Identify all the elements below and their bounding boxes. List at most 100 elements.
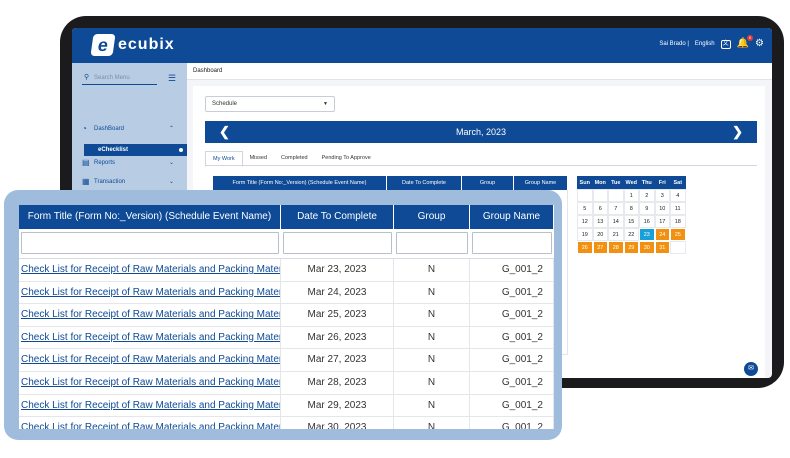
calendar-day[interactable]: 10 — [654, 202, 670, 215]
calendar-day — [577, 189, 593, 202]
filter-cell — [281, 229, 394, 258]
column-header-group-name[interactable]: Group Name — [470, 205, 554, 229]
date-filter-input[interactable] — [283, 232, 392, 254]
form-title-link[interactable]: Check List for Receipt of Raw Materials … — [19, 371, 281, 394]
next-month-icon[interactable]: ❯ — [732, 121, 743, 143]
column-header-group-name[interactable]: Group Name — [514, 176, 568, 190]
sidebar-item-dashboard[interactable]: ◔ DashBoard ⌃ — [82, 122, 182, 136]
group-cell: N — [394, 304, 470, 326]
calendar-day[interactable]: 14 — [608, 215, 624, 228]
calendar-day[interactable]: 31 — [654, 241, 670, 254]
calendar-day[interactable]: 13 — [592, 215, 608, 228]
calendar-day[interactable]: 30 — [639, 241, 655, 254]
calendar-day[interactable]: 9 — [639, 202, 655, 215]
calendar-day[interactable]: 12 — [577, 215, 593, 228]
form-title-link[interactable]: Check List for Receipt of Raw Materials … — [19, 417, 281, 429]
calendar-day[interactable]: 1 — [623, 189, 639, 202]
column-header-date[interactable]: Date To Complete — [281, 205, 394, 229]
weekday-label: Sat — [670, 176, 686, 189]
calendar-day[interactable]: 22 — [623, 228, 639, 241]
group-filter-input[interactable] — [396, 232, 468, 254]
calendar-day[interactable]: 25 — [670, 228, 686, 241]
column-header-date[interactable]: Date To Complete — [387, 176, 462, 190]
column-header-form-title[interactable]: Form Title (Form No:_Version) (Schedule … — [213, 176, 387, 190]
calendar-day[interactable]: 20 — [592, 228, 608, 241]
group-name-cell: G_001_2 — [470, 349, 554, 371]
calendar-day[interactable]: 29 — [623, 241, 639, 254]
prev-month-icon[interactable]: ❮ — [219, 121, 230, 143]
notification-bell-icon[interactable]: 🔔 6 — [737, 35, 754, 49]
date-cell: Mar 27, 2023 — [281, 349, 394, 371]
calendar-day[interactable]: 7 — [608, 202, 624, 215]
form-title-filter-input[interactable] — [21, 232, 279, 254]
mail-icon[interactable]: ✉ — [744, 362, 758, 376]
report-icon: ▤ — [82, 158, 90, 167]
form-title-link[interactable]: Check List for Receipt of Raw Materials … — [19, 259, 281, 281]
calendar-weekday-row: Sun Mon Tue Wed Thu Fri Sat — [577, 176, 701, 189]
schedule-select[interactable]: Schedule ▼ — [205, 96, 335, 112]
calendar-day[interactable]: 15 — [623, 215, 639, 228]
language-label[interactable]: English — [695, 41, 715, 47]
calendar-day[interactable]: 21 — [608, 228, 624, 241]
brand-logo[interactable]: e ecubix — [90, 34, 175, 56]
search-menu-input[interactable]: ⚲ Search Menu — [82, 71, 157, 85]
calendar-day[interactable]: 4 — [670, 189, 686, 202]
calendar-day[interactable]: 27 — [592, 241, 608, 254]
hamburger-menu-icon[interactable]: ☰ — [168, 73, 176, 84]
column-header-group[interactable]: Group — [462, 176, 514, 190]
calendar-day[interactable]: 18 — [670, 215, 686, 228]
calendar-week-row: 1234 — [577, 189, 701, 202]
group-name-cell: G_001_2 — [470, 417, 554, 429]
group-name-filter-input[interactable] — [472, 232, 552, 254]
breadcrumb: Dashboard — [187, 63, 772, 80]
calendar-day[interactable]: 3 — [654, 189, 670, 202]
group-name-cell: G_001_2 — [470, 394, 554, 417]
calendar-day[interactable]: 19 — [577, 228, 593, 241]
sidebar-item-transaction[interactable]: ▦ Transaction ⌄ — [82, 175, 182, 189]
translate-icon[interactable]: 文 — [720, 39, 731, 49]
calendar-week-row: 12 13 14 15 16 17 18 — [577, 215, 701, 228]
zoomed-task-table: Form Title (Form No:_Version) (Schedule … — [19, 205, 554, 429]
calendar-day[interactable]: 17 — [654, 215, 670, 228]
filter-cell — [19, 229, 281, 258]
transaction-icon: ▦ — [82, 177, 90, 186]
search-icon: ⚲ — [84, 74, 90, 81]
form-title-link[interactable]: Check List for Receipt of Raw Materials … — [19, 304, 281, 326]
date-cell: Mar 28, 2023 — [281, 371, 394, 394]
group-cell: N — [394, 371, 470, 394]
filter-cell — [470, 229, 554, 258]
chevron-down-icon: ⌄ — [168, 179, 174, 185]
calendar-day[interactable]: 8 — [623, 202, 639, 215]
form-title-link[interactable]: Check List for Receipt of Raw Materials … — [19, 326, 281, 349]
group-cell: N — [394, 281, 470, 304]
calendar-day[interactable]: 16 — [639, 215, 655, 228]
top-bar: e ecubix Sai Brado | English 文 🔔 6 ⚙ — [72, 28, 772, 63]
calendar-day[interactable]: 24 — [654, 228, 670, 241]
table-row: Check List for Receipt of Raw Materials … — [19, 326, 554, 350]
settings-gear-icon[interactable]: ⚙ — [755, 39, 764, 49]
form-title-link[interactable]: Check List for Receipt of Raw Materials … — [19, 281, 281, 304]
table-header: Form Title (Form No:_Version) (Schedule … — [19, 205, 554, 229]
tab-divider — [205, 165, 757, 166]
group-cell: N — [394, 259, 470, 281]
form-title-link[interactable]: Check List for Receipt of Raw Materials … — [19, 394, 281, 417]
calendar-day[interactable]: 26 — [577, 241, 593, 254]
calendar-day[interactable]: 11 — [670, 202, 686, 215]
user-name[interactable]: Sai Brado | — [659, 41, 689, 47]
column-header-form-title[interactable]: Form Title (Form No:_Version) (Schedule … — [19, 205, 281, 229]
filter-row — [19, 229, 554, 259]
group-name-cell: G_001_2 — [470, 326, 554, 349]
calendar-day[interactable]: 23 — [639, 228, 655, 241]
calendar-day[interactable]: 28 — [608, 241, 624, 254]
table-row: Check List for Receipt of Raw Materials … — [19, 304, 554, 327]
calendar-day[interactable]: 5 — [577, 202, 593, 215]
calendar-week-row: 19 20 21 22 23 24 25 — [577, 228, 701, 241]
calendar-day[interactable]: 2 — [639, 189, 655, 202]
schedule-select-value: Schedule — [212, 101, 238, 107]
form-title-link[interactable]: Check List for Receipt of Raw Materials … — [19, 349, 281, 371]
date-cell: Mar 29, 2023 — [281, 394, 394, 417]
sidebar-item-reports[interactable]: ▤ Reports ⌄ — [82, 156, 182, 170]
sidebar-item-echecklist[interactable]: eChecklist — [84, 144, 187, 156]
column-header-group[interactable]: Group — [394, 205, 470, 229]
calendar-day[interactable]: 6 — [592, 202, 608, 215]
